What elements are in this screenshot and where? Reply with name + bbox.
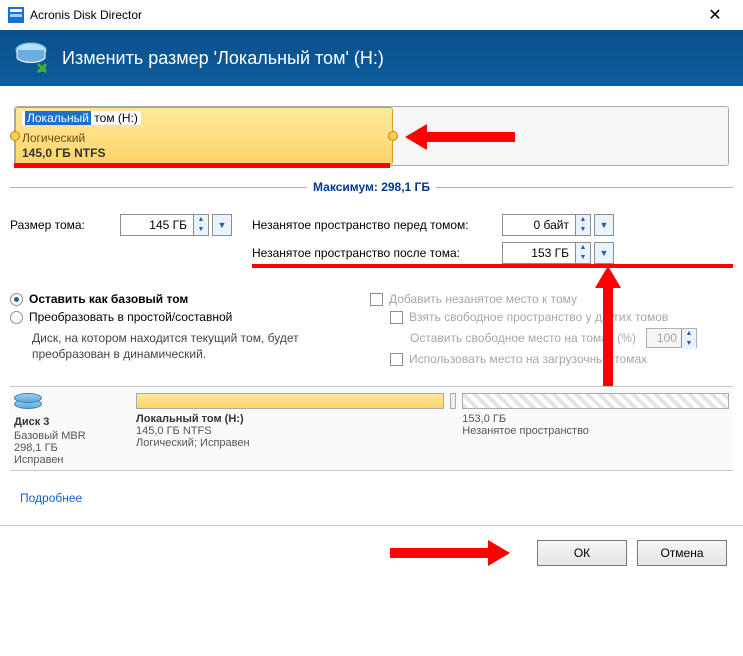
diskmap-free-l1: 153,0 ГБ bbox=[462, 413, 729, 425]
spin-up-icon[interactable]: ▲ bbox=[194, 215, 208, 225]
diskmap-free-l2: Незанятое пространство bbox=[462, 425, 729, 437]
disk-line2: 298,1 ГБ bbox=[14, 442, 126, 454]
free-before-unit-dropdown[interactable]: ▼ bbox=[594, 214, 614, 236]
diskmap-vol-l1: 145,0 ГБ NTFS bbox=[136, 425, 444, 437]
checkbox-icon bbox=[370, 293, 383, 306]
dialog-buttons: ОК Отмена bbox=[0, 526, 743, 580]
radio-keep-basic[interactable]: Оставить как базовый том bbox=[10, 292, 340, 306]
resize-handle-right[interactable] bbox=[388, 131, 398, 141]
radio-convert[interactable]: Преобразовать в простой/составной bbox=[10, 310, 340, 324]
annotation-underline-1 bbox=[14, 163, 390, 168]
title-bar: Acronis Disk Director ✕ bbox=[0, 0, 743, 30]
cancel-button[interactable]: Отмена bbox=[637, 540, 727, 566]
maximum-label: Максимум: 298,1 ГБ bbox=[307, 180, 436, 194]
spin-up-icon[interactable]: ▲ bbox=[576, 215, 590, 225]
checkbox-icon bbox=[390, 353, 403, 366]
free-before-label: Незанятое пространство перед томом: bbox=[252, 218, 502, 232]
annotation-arrow-3 bbox=[380, 542, 510, 564]
volume-name: Локальный том (H:) bbox=[22, 111, 141, 125]
size-label: Размер тома: bbox=[10, 218, 120, 232]
check-add-unalloc: Добавить незанятое место к тому bbox=[370, 292, 733, 306]
annotation-arrow-2 bbox=[597, 266, 619, 386]
window-title: Acronis Disk Director bbox=[30, 8, 142, 22]
resize-icon bbox=[14, 40, 52, 76]
volume-track[interactable]: Локальный том (H:) Логический 145,0 ГБ N… bbox=[14, 106, 729, 166]
diskmap-vol-name: Локальный том (H:) bbox=[136, 413, 444, 425]
leave-free-spinner: ▲▼ bbox=[646, 328, 697, 348]
free-after-field[interactable] bbox=[503, 243, 575, 263]
app-icon bbox=[8, 7, 24, 23]
convert-note: Диск, на котором находится текущий том, … bbox=[32, 330, 340, 362]
diskmap-gap-bar bbox=[450, 393, 456, 409]
disk-icon bbox=[14, 393, 42, 413]
leave-free-row: Оставить свободное место на томах (%) ▲▼ bbox=[410, 328, 733, 348]
annotation-underline-2 bbox=[252, 264, 733, 268]
free-after-unit-dropdown[interactable]: ▼ bbox=[594, 242, 614, 264]
volume-fs: 145,0 ГБ NTFS bbox=[22, 146, 105, 160]
leave-free-field bbox=[647, 329, 681, 347]
check-take-free: Взять свободное пространство у других то… bbox=[390, 310, 733, 324]
disk-name: Диск 3 bbox=[14, 416, 126, 428]
radio-convert-label: Преобразовать в простой/составной bbox=[29, 310, 232, 324]
free-after-input[interactable]: ▲▼ bbox=[502, 242, 591, 264]
ok-button[interactable]: ОК bbox=[537, 540, 627, 566]
annotation-arrow-1 bbox=[405, 126, 525, 148]
dialog-header: Изменить размер 'Локальный том' (H:) bbox=[0, 30, 743, 86]
spin-down-icon[interactable]: ▼ bbox=[576, 225, 590, 235]
resize-handle-left[interactable] bbox=[10, 131, 20, 141]
volume-segment-selected[interactable]: Локальный том (H:) Логический 145,0 ГБ N… bbox=[15, 107, 393, 165]
disk-info: Диск 3 Базовый MBR 298,1 ГБ Исправен bbox=[14, 393, 126, 466]
volume-resize-area: Локальный том (H:) Логический 145,0 ГБ N… bbox=[10, 102, 733, 170]
check-use-boot: Использовать место на загрузочных томах bbox=[390, 352, 733, 366]
disk-line1: Базовый MBR bbox=[14, 430, 126, 442]
radio-icon bbox=[10, 311, 23, 324]
more-link[interactable]: Подробнее bbox=[20, 491, 82, 505]
maximum-separator: Максимум: 298,1 ГБ bbox=[10, 180, 733, 194]
spin-up-icon[interactable]: ▲ bbox=[576, 243, 590, 253]
dialog-title: Изменить размер 'Локальный том' (H:) bbox=[62, 48, 384, 69]
spin-down-icon[interactable]: ▼ bbox=[194, 225, 208, 235]
diskmap-vol-l2: Логический; Исправен bbox=[136, 437, 444, 449]
spin-up-icon: ▲ bbox=[682, 329, 696, 339]
spin-down-icon: ▼ bbox=[682, 339, 696, 349]
size-input[interactable]: ▲▼ bbox=[120, 214, 209, 236]
size-unit-dropdown[interactable]: ▼ bbox=[212, 214, 232, 236]
close-button[interactable]: ✕ bbox=[695, 5, 735, 25]
diskmap-volume-bar[interactable] bbox=[136, 393, 444, 409]
checkbox-icon bbox=[390, 311, 403, 324]
free-before-field[interactable] bbox=[503, 215, 575, 235]
diskmap-free-bar[interactable] bbox=[462, 393, 729, 409]
radio-keep-basic-label: Оставить как базовый том bbox=[29, 292, 188, 306]
volume-type: Логический bbox=[22, 131, 85, 145]
size-field[interactable] bbox=[121, 215, 193, 235]
disk-line3: Исправен bbox=[14, 454, 126, 466]
free-after-label: Незанятое пространство после тома: bbox=[252, 246, 502, 260]
check-take-free-label: Взять свободное пространство у других то… bbox=[409, 310, 668, 324]
radio-icon bbox=[10, 293, 23, 306]
check-add-unalloc-label: Добавить незанятое место к тому bbox=[389, 292, 577, 306]
disk-map: Диск 3 Базовый MBR 298,1 ГБ Исправен Лок… bbox=[10, 386, 733, 471]
spin-down-icon[interactable]: ▼ bbox=[576, 253, 590, 263]
free-before-input[interactable]: ▲▼ bbox=[502, 214, 591, 236]
